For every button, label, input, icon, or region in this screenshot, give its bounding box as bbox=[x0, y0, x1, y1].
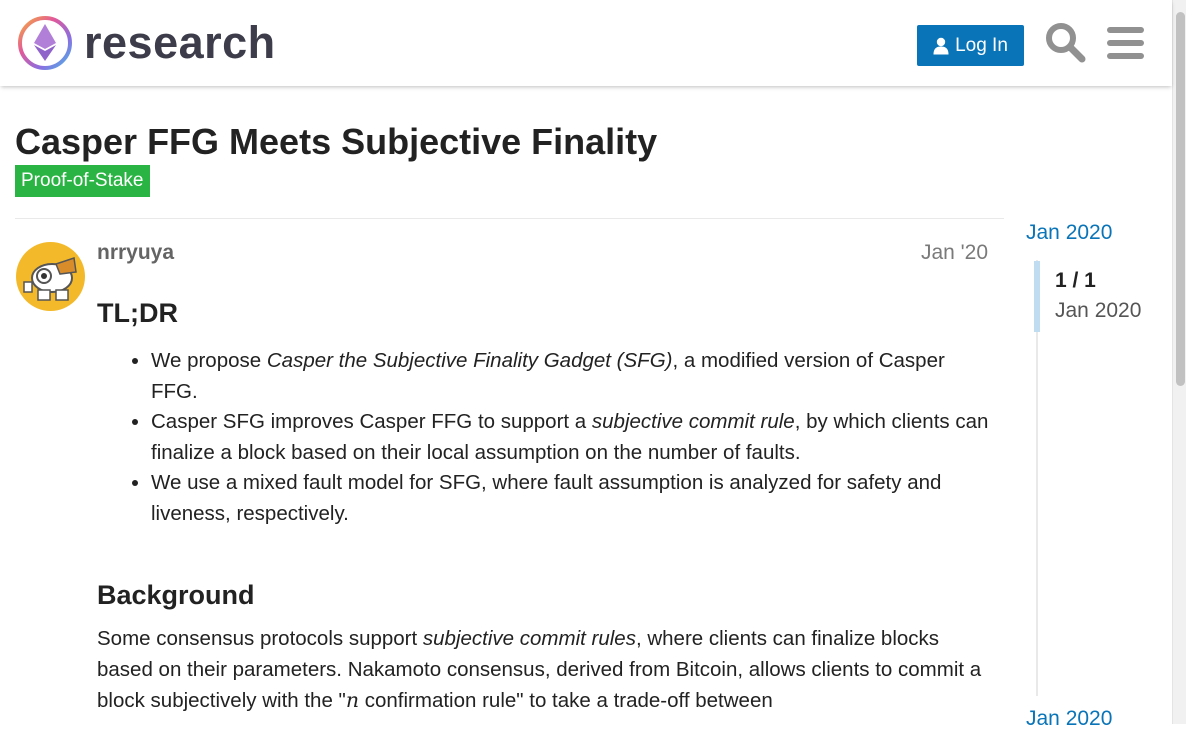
tldr-list: We propose Casper the Subjective Finalit… bbox=[97, 346, 992, 529]
timeline-end-date[interactable]: Jan 2020 bbox=[1026, 706, 1112, 732]
avatar[interactable] bbox=[16, 242, 85, 311]
background-heading: Background bbox=[97, 580, 255, 610]
login-label: Log In bbox=[955, 34, 1008, 56]
site-logo[interactable]: research bbox=[16, 14, 276, 72]
robot-avatar-icon bbox=[16, 242, 85, 311]
post-content: TL;DR We propose Casper the Subjective F… bbox=[97, 292, 992, 717]
ethereum-research-logo-icon bbox=[18, 16, 72, 70]
timeline-start-date[interactable]: Jan 2020 bbox=[1026, 220, 1112, 246]
logo-text: research bbox=[84, 17, 276, 68]
list-item: We use a mixed fault model for SFG, wher… bbox=[151, 468, 992, 529]
list-item: We propose Casper the Subjective Finalit… bbox=[151, 346, 992, 407]
login-button[interactable]: Log In bbox=[917, 25, 1024, 66]
timeline-post-count: 1 / 1 bbox=[1055, 269, 1096, 292]
math-n: n bbox=[345, 688, 360, 712]
scrollbar-thumb[interactable] bbox=[1176, 12, 1185, 386]
list-item: Casper SFG improves Casper FFG to suppor… bbox=[151, 407, 992, 468]
tldr-heading: TL;DR bbox=[97, 298, 178, 328]
page-scrollbar[interactable] bbox=[1172, 0, 1186, 724]
post-date[interactable]: Jan '20 bbox=[921, 240, 988, 266]
search-icon[interactable] bbox=[1044, 21, 1086, 63]
title-divider bbox=[15, 218, 1004, 219]
background-paragraph: Some consensus protocols support subject… bbox=[97, 627, 982, 712]
user-icon bbox=[933, 37, 949, 54]
site-header: research Log In bbox=[0, 0, 1172, 86]
hamburger-icon[interactable] bbox=[1107, 26, 1144, 60]
topic-title[interactable]: Casper FFG Meets Subjective Finality bbox=[15, 120, 657, 164]
timeline-handle[interactable] bbox=[1034, 261, 1040, 332]
post-author[interactable]: nrryuya bbox=[97, 240, 174, 266]
timeline-current-date: Jan 2020 bbox=[1055, 299, 1142, 322]
category-badge[interactable]: Proof-of-Stake bbox=[15, 165, 150, 197]
